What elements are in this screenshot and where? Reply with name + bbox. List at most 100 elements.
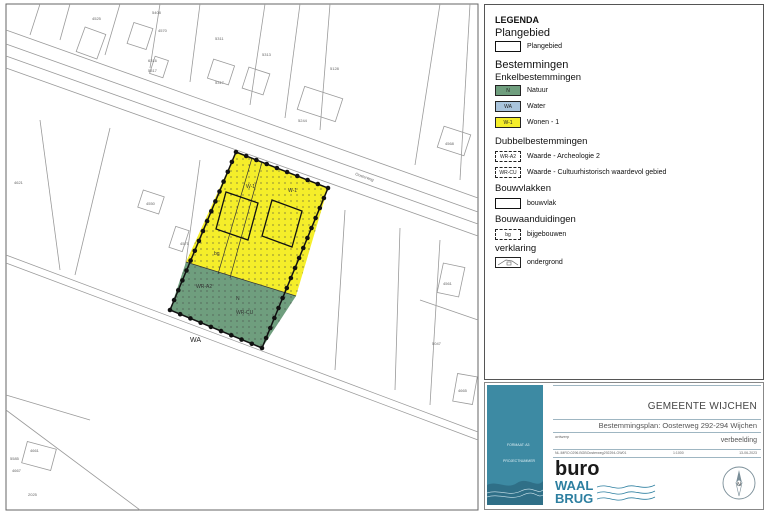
plangebied-label: Plangebied (527, 43, 563, 50)
bijgebouwen-swatch: bg (495, 229, 521, 240)
parcel-number: 5244 (298, 118, 308, 123)
plot-label-w1-left: W-1 (246, 184, 255, 190)
legend-plangebied-header: Plangebied (495, 27, 551, 39)
parcel-number: 6316 (148, 58, 158, 63)
bouwaanduidingen-header: Bouwaanduidingen (495, 214, 576, 225)
parcel-number: 5317 (148, 68, 158, 73)
bouwvlak-label: bouwvlak (527, 200, 557, 207)
title-divider (553, 449, 761, 450)
plangebied-dot (188, 316, 193, 321)
cultuurhistorie-swatch: WR-CU (495, 167, 521, 178)
ondergrond-swatch (495, 257, 521, 268)
logo-wave-icon (597, 484, 656, 501)
plangebied-dot (171, 297, 177, 303)
plangebied-dot (309, 225, 314, 231)
plangebied-dot (239, 337, 244, 342)
plangebied-dot (321, 195, 327, 201)
plangebied-dot (233, 149, 239, 155)
plangebied-swatch (495, 41, 521, 52)
parcel-number: 5585 (10, 456, 20, 461)
parcel-number: 4568 (445, 141, 455, 146)
plangebied-dot (196, 238, 202, 244)
logo-brug: BRUG (555, 491, 594, 506)
dubbelbestemmingen-header: Dubbelbestemmingen (495, 136, 588, 147)
north-arrow-icon: N (722, 466, 756, 500)
plan-stage: verbeelding (720, 437, 757, 444)
plangebied-dot (305, 177, 310, 183)
plangebied-dot (180, 278, 185, 283)
parcel-number: 4661 (30, 448, 40, 453)
plangebied-dot (301, 245, 306, 251)
plangebied-dot (204, 218, 210, 224)
parcel-number: 5128 (330, 66, 340, 71)
enkelbestemmingen-header: Enkelbestemmingen (495, 72, 582, 83)
bouwvlak-swatch (495, 198, 521, 209)
cover-photo: FORMAAT: A3 PROJECTNUMMER (487, 385, 543, 505)
plangebied-dot (284, 169, 290, 175)
verklaring-header: verklaring (495, 243, 537, 254)
plan-status: ontwerp (555, 434, 570, 439)
plot-label-natuur: N (236, 296, 240, 302)
archeologie-swatch: WR-A2 (495, 151, 521, 162)
water-label: WA (190, 337, 201, 344)
plangebied-dot (259, 345, 265, 351)
plan-id: NL.IMRO.0296.BGBOosterweg292294-OW01 (555, 451, 627, 455)
plangebied-dot (198, 320, 203, 326)
title-block: FORMAAT: A3 PROJECTNUMMER GEMEENTE WIJCH… (484, 382, 764, 510)
legend-panel: LEGENDA Plangebied Plangebied Bestemming… (484, 4, 764, 380)
plangebied-dot (208, 324, 214, 330)
plangebied-dot (313, 215, 318, 221)
plangebied-dot (317, 205, 323, 211)
plangebied-dot (213, 199, 218, 204)
title-divider (553, 385, 761, 386)
ondergrond-icon (497, 259, 519, 266)
parcel-number: 5317 (215, 80, 225, 85)
title-divider (553, 419, 761, 420)
plangebied-dot (167, 307, 173, 313)
photo-text-format: FORMAAT: A3 (507, 443, 530, 447)
plangebied-dot (274, 165, 280, 171)
plangebied-dot (192, 248, 198, 254)
parcel-number: 5313 (262, 52, 272, 57)
plangebied-dot (209, 209, 214, 214)
plot-label-archeologie: WR-A2 (196, 284, 212, 290)
bestemmingen-header: Bestemmingen (495, 59, 569, 71)
plan-date: 13-06-2023 (739, 451, 757, 455)
plot-label-w1-right: W-1 (288, 188, 297, 194)
water-legend-label: Water (527, 103, 546, 110)
natuur-label: Natuur (527, 87, 549, 94)
plangebied-dot (272, 315, 277, 321)
municipality-name: GEMEENTE WIJCHEN (647, 401, 757, 412)
plangebied-dot (176, 288, 181, 293)
plangebied-dot (276, 305, 281, 311)
plangebied-dot (254, 157, 259, 163)
plangebied-dot (243, 153, 249, 159)
plangebied-dot (315, 181, 321, 187)
plangebied-dot (295, 173, 300, 179)
title-divider (553, 432, 761, 433)
archeologie-label: Waarde - Archeologie 2 (527, 153, 600, 160)
natuur-swatch: N (495, 85, 521, 96)
plangebied-dot (305, 235, 310, 241)
parcel-number: 4621 (14, 180, 24, 185)
plangebied-dot (217, 189, 222, 194)
north-label: N (737, 482, 741, 488)
plangebied-dot (184, 268, 189, 273)
wonen-label: Wonen - 1 (527, 119, 560, 126)
plangebied-dot (296, 255, 302, 261)
cultuurhistorie-label: Waarde - Cultuurhistorisch waardevol geb… (527, 169, 667, 176)
plangebied-dot (177, 311, 183, 317)
plangebied-dot (229, 159, 235, 165)
bouwvlakken-header: Bouwvlakken (495, 183, 551, 194)
plot-label-bijgebouwen: bg (214, 251, 220, 257)
parcel-number: 4667 (12, 468, 22, 473)
plot-label-cultuurhistorie: WR-CU (236, 310, 254, 316)
plangebied-dot (263, 335, 269, 341)
parcel-number: 4561 (443, 281, 453, 286)
plangebied-dot (325, 185, 331, 191)
plangebied-dot (188, 258, 193, 263)
plangebied-dot (218, 328, 224, 334)
plangebied-dot (229, 333, 234, 338)
logo-buro: buro (555, 458, 600, 480)
wonen-swatch: W-1 (495, 117, 521, 128)
